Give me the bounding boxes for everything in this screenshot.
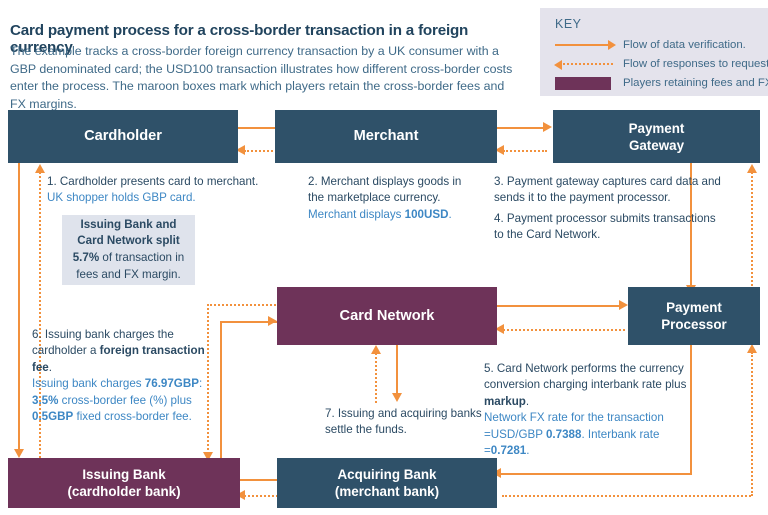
step-5-note-b-pre: =USD/GBP — [484, 427, 546, 441]
arrowhead-up-icon — [746, 164, 757, 173]
arrowhead-up-icon — [746, 344, 757, 353]
legend-label-responses: Flow of responses to requests. — [623, 58, 768, 70]
arrowhead-right-icon — [543, 122, 552, 132]
connector-merchant-gateway-solid — [497, 127, 545, 129]
step-6-note: Issuing bank charges 76.97GBP: 3.5% cros… — [32, 377, 202, 423]
connector-issuing-acquiring-solid — [240, 479, 282, 481]
arrowhead-right-icon — [619, 300, 628, 310]
node-acquiring-bank-line1: Acquiring Bank — [337, 467, 437, 482]
step-7-text: 7. Issuing and acquiring banks settle th… — [325, 406, 485, 439]
step-2-main: 2. Merchant displays goods in the market… — [308, 175, 462, 205]
step-5-main-post: . — [525, 394, 530, 408]
arrowhead-up-icon — [370, 345, 381, 354]
step-5-note-a: Network FX rate for the transaction — [484, 411, 664, 425]
step-6-main-post: . — [48, 360, 52, 374]
page-subtitle: The example tracks a cross-border foreig… — [10, 44, 513, 111]
node-payment-gateway[interactable]: Payment Gateway — [553, 110, 760, 163]
step-6-note-pre: Issuing bank charges — [32, 377, 145, 391]
step-6-note-b2: 3.5% — [32, 393, 59, 407]
node-card-network[interactable]: Card Network — [277, 287, 497, 345]
arrowhead-right-icon — [268, 316, 277, 326]
step-2-note-bold: 100USD — [404, 207, 449, 221]
node-cardholder-label: Cardholder — [84, 128, 162, 144]
node-acquiring-bank[interactable]: Acquiring Bank (merchant bank) — [277, 458, 497, 508]
connector-cardholder-issuing-solid — [18, 163, 20, 451]
step-4-text: 4. Payment processor submits transaction… — [494, 211, 724, 244]
step-6-note-b1: 76.97GBP — [144, 377, 199, 391]
node-payment-processor-line2: Processor — [661, 317, 727, 332]
step-1-note: UK shopper holds GBP card. — [47, 191, 196, 205]
step-5-note-b: =USD/GBP 0.7388. Interbank rate =0.7281. — [484, 428, 659, 457]
node-merchant[interactable]: Merchant — [275, 110, 497, 163]
legend-label-data-verification: Flow of data verification. — [623, 39, 746, 51]
step-2-text: 2. Merchant displays goods in the market… — [308, 174, 473, 223]
connector-cardnetwork-processor-solid — [497, 305, 621, 307]
node-issuing-bank-line2: (cardholder bank) — [67, 484, 181, 499]
node-payment-gateway-line2: Gateway — [628, 137, 685, 153]
node-merchant-label: Merchant — [353, 128, 419, 144]
legend-row-responses: Flow of responses to requests. — [554, 58, 768, 70]
step-6-note-post: fixed cross-border fee. — [73, 410, 192, 424]
step-6-note-mid2: cross-border fee (%) plus — [58, 393, 192, 407]
step-3-main: 3. Payment gateway captures card data an… — [494, 175, 721, 205]
step-6-note-mid1: : — [198, 377, 203, 391]
callout-fee-split: Issuing Bank and Card Network split 5.7%… — [62, 215, 195, 285]
connector-cardnetwork-acquiring-solid — [396, 345, 398, 395]
node-payment-gateway-line1: Payment — [628, 120, 685, 136]
node-issuing-bank[interactable]: Issuing Bank (cardholder bank) — [8, 458, 240, 508]
node-payment-processor-line1: Payment — [666, 300, 722, 315]
legend-title: KEY — [555, 17, 582, 31]
node-issuing-bank-line1: Issuing Bank — [82, 467, 166, 482]
connector-issuing-cardnetwork-v — [220, 321, 222, 459]
connector-gateway-merchant-dotted — [503, 150, 547, 152]
step-2-note-pre: Merchant displays — [308, 207, 405, 221]
step-7-main: 7. Issuing and acquiring banks settle th… — [325, 407, 482, 437]
step-5-note-b-bold1: 0.7388 — [545, 427, 582, 441]
maroon-swatch-icon — [555, 77, 617, 90]
step-5-note-b-post: . — [526, 444, 530, 458]
arrowhead-down-icon — [391, 393, 402, 402]
connector-acquiring-processor-h-dotted — [502, 495, 751, 497]
arrowhead-up-icon — [34, 164, 45, 173]
arrowhead-down-icon — [13, 449, 24, 458]
step-6-note-b3: 0.5GBP — [32, 410, 74, 424]
connector-cardnetwork-issuing-h-dotted — [207, 304, 279, 306]
step-5-text: 5. Card Network performs the currency co… — [484, 361, 696, 459]
legend-label-fee-retainers: Players retaining fees and FX margin. — [623, 77, 768, 89]
legend-row-data-verification: Flow of data verification. — [555, 39, 746, 51]
step-6-text: 6. Issuing bank charges the cardholder a… — [32, 327, 212, 425]
node-payment-processor[interactable]: Payment Processor — [628, 287, 760, 345]
connector-processor-cardnetwork-dotted — [503, 329, 625, 331]
step-1-text: 1. Cardholder presents card to merchant.… — [47, 174, 262, 207]
legend-key-box: KEY Flow of data verification. Flow of r… — [540, 8, 768, 96]
diagram-canvas: Card payment process for a cross-border … — [0, 0, 768, 515]
step-5-main-pre: 5. Card Network performs the currency co… — [484, 362, 687, 392]
step-4-main: 4. Payment processor submits transaction… — [494, 212, 716, 242]
connector-acquiring-cardnetwork-dotted — [375, 353, 377, 403]
step-3-text: 3. Payment gateway captures card data an… — [494, 174, 724, 207]
legend-row-fee-retainers: Players retaining fees and FX margin. — [555, 77, 768, 90]
connector-processor-gateway-dotted — [751, 172, 753, 290]
step-5-main-bold: markup — [484, 394, 526, 408]
node-cardholder[interactable]: Cardholder — [8, 110, 238, 163]
step-2-note: Merchant displays 100USD. — [308, 208, 452, 221]
step-5-note-b-bold2: 0.7281 — [490, 444, 527, 458]
connector-processor-acquiring-h — [500, 473, 692, 475]
solid-arrow-right-icon — [555, 39, 617, 51]
step-1-main: 1. Cardholder presents card to merchant. — [47, 175, 259, 188]
node-card-network-label: Card Network — [339, 307, 435, 324]
node-acquiring-bank-line2: (merchant bank) — [334, 484, 440, 499]
dotted-arrow-left-icon — [554, 58, 617, 70]
connector-acquiring-processor-v-dotted — [751, 352, 753, 496]
step-2-note-post: . — [448, 207, 452, 221]
